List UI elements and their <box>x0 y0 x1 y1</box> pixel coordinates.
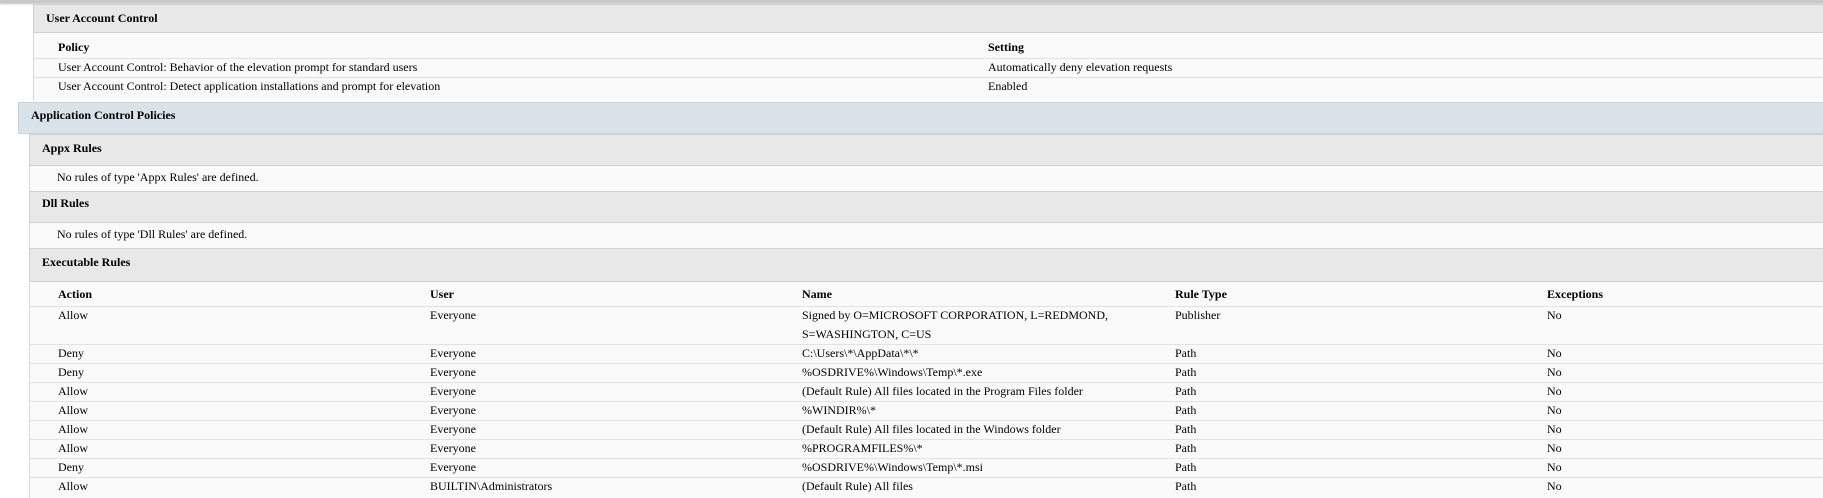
exe-name-cell: C:\Users\*\AppData\*\* <box>802 346 919 360</box>
dll-section-title: Dll Rules <box>42 196 90 210</box>
uac-section-title: User Account Control <box>46 11 158 25</box>
top-border <box>0 0 1823 3</box>
exe-action-cell: Allow <box>58 422 88 436</box>
exe-user-cell: Everyone <box>430 441 476 455</box>
exe-action-cell: Deny <box>58 346 84 360</box>
table-row: Deny Everyone %OSDRIVE%\Windows\Temp\*.m… <box>30 458 1823 478</box>
exe-exceptions-cell: No <box>1547 365 1562 379</box>
exe-action-cell: Allow <box>58 441 88 455</box>
exe-section-title: Executable Rules <box>42 255 131 269</box>
exe-col-rule-type: Rule Type <box>1175 287 1227 301</box>
exe-rule-type-cell: Path <box>1175 422 1197 436</box>
exe-name-cell: %OSDRIVE%\Windows\Temp\*.exe <box>802 365 983 379</box>
exe-exceptions-cell: No <box>1547 422 1562 436</box>
table-row: Allow Everyone (Default Rule) All files … <box>30 420 1823 440</box>
exe-action-cell: Allow <box>58 384 88 398</box>
exe-name-cell: Signed by O=MICROSOFT CORPORATION, L=RED… <box>802 308 1109 341</box>
table-row: Allow BUILTIN\Administrators (Default Ru… <box>30 477 1823 496</box>
exe-user-cell: Everyone <box>430 403 476 417</box>
exe-table: Action User Name Rule Type Exceptions Al… <box>29 282 1823 498</box>
table-row: User Account Control: Detect application… <box>34 77 1823 96</box>
uac-section-header[interactable]: User Account Control <box>33 4 1823 33</box>
uac-header-row: Policy Setting <box>34 38 1823 59</box>
appx-section-header[interactable]: Appx Rules <box>29 134 1823 166</box>
exe-exceptions-cell: No <box>1547 460 1562 474</box>
exe-rule-type-cell: Path <box>1175 384 1197 398</box>
exe-col-exceptions: Exceptions <box>1547 287 1604 301</box>
appx-content: No rules of type 'Appx Rules' are define… <box>29 166 1823 191</box>
table-row: Allow Everyone (Default Rule) All files … <box>30 382 1823 402</box>
exe-user-cell: Everyone <box>430 460 476 474</box>
uac-policy-cell: User Account Control: Behavior of the el… <box>58 60 418 74</box>
table-row: Deny Everyone %OSDRIVE%\Windows\Temp\*.e… <box>30 363 1823 383</box>
uac-setting-cell: Enabled <box>988 79 1028 93</box>
exe-name-cell: (Default Rule) All files <box>802 479 913 493</box>
exe-name-cell: (Default Rule) All files located in the … <box>802 422 1061 436</box>
exe-exceptions-cell: No <box>1547 479 1562 493</box>
exe-section-header[interactable]: Executable Rules <box>29 248 1823 282</box>
exe-exceptions-cell: No <box>1547 441 1562 455</box>
app-control-section-header[interactable]: Application Control Policies <box>18 102 1823 134</box>
exe-name-cell: %WINDIR%\* <box>802 403 876 417</box>
exe-header-row: Action User Name Rule Type Exceptions <box>30 285 1823 307</box>
exe-exceptions-cell: No <box>1547 403 1562 417</box>
exe-exceptions-cell: No <box>1547 384 1562 398</box>
exe-rule-type-cell: Path <box>1175 441 1197 455</box>
exe-name-cell: %OSDRIVE%\Windows\Temp\*.msi <box>802 460 984 474</box>
exe-action-cell: Deny <box>58 460 84 474</box>
exe-user-cell: Everyone <box>430 365 476 379</box>
dll-content: No rules of type 'Dll Rules' are defined… <box>29 223 1823 248</box>
uac-table: Policy Setting User Account Control: Beh… <box>33 33 1823 101</box>
exe-exceptions-cell: No <box>1547 308 1562 322</box>
exe-col-name: Name <box>802 287 832 301</box>
table-row: Allow Everyone %WINDIR%\* Path No <box>30 401 1823 421</box>
exe-user-cell: Everyone <box>430 308 476 322</box>
exe-user-cell: BUILTIN\Administrators <box>430 479 553 493</box>
report-page: User Account Control Policy Setting User… <box>0 0 1823 498</box>
table-row: Allow Everyone Signed by O=MICROSOFT COR… <box>30 306 1823 345</box>
exe-name-cell: (Default Rule) All files located in the … <box>802 384 1083 398</box>
app-control-section-title: Application Control Policies <box>31 108 176 122</box>
exe-rule-type-cell: Path <box>1175 479 1197 493</box>
appx-section-title: Appx Rules <box>42 141 102 155</box>
exe-action-cell: Allow <box>58 403 88 417</box>
uac-col-setting: Setting <box>988 40 1024 54</box>
exe-exceptions-cell: No <box>1547 346 1562 360</box>
exe-action-cell: Deny <box>58 365 84 379</box>
exe-rule-type-cell: Path <box>1175 365 1197 379</box>
exe-name-cell: %PROGRAMFILES%\* <box>802 441 923 455</box>
exe-col-action: Action <box>58 287 92 301</box>
exe-rule-type-cell: Path <box>1175 460 1197 474</box>
table-row: Allow Everyone %PROGRAMFILES%\* Path No <box>30 439 1823 459</box>
appx-empty-message: No rules of type 'Appx Rules' are define… <box>57 170 259 184</box>
exe-user-cell: Everyone <box>430 384 476 398</box>
exe-user-cell: Everyone <box>430 422 476 436</box>
exe-action-cell: Allow <box>58 308 88 322</box>
exe-col-user: User <box>430 287 454 301</box>
exe-rule-type-cell: Publisher <box>1175 308 1221 322</box>
exe-action-cell: Allow <box>58 479 88 493</box>
exe-rule-type-cell: Path <box>1175 403 1197 417</box>
table-row: Deny Everyone C:\Users\*\AppData\*\* Pat… <box>30 344 1823 364</box>
uac-policy-cell: User Account Control: Detect application… <box>58 79 441 93</box>
exe-rule-type-cell: Path <box>1175 346 1197 360</box>
dll-empty-message: No rules of type 'Dll Rules' are defined… <box>57 227 248 241</box>
exe-user-cell: Everyone <box>430 346 476 360</box>
table-row: User Account Control: Behavior of the el… <box>34 58 1823 78</box>
dll-section-header[interactable]: Dll Rules <box>29 191 1823 223</box>
uac-col-policy: Policy <box>58 40 90 54</box>
uac-setting-cell: Automatically deny elevation requests <box>988 60 1173 74</box>
